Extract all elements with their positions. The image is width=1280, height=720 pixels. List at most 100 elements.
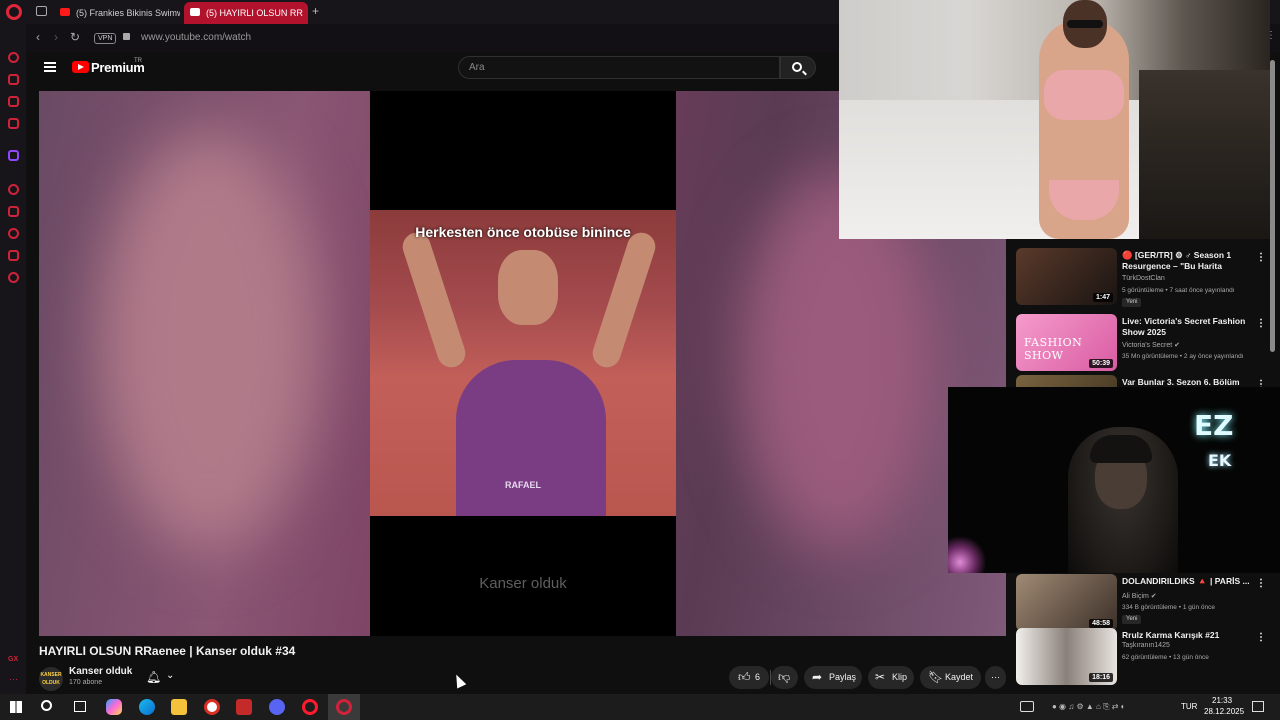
channel-avatar[interactable]: KANSER OLDUK: [39, 667, 63, 691]
search-icon: [792, 62, 802, 72]
sunglasses: [1067, 20, 1103, 28]
messenger-icon[interactable]: [8, 96, 19, 107]
recommendation-meta: 334 B görüntüleme • 1 gün önce: [1122, 604, 1215, 611]
recommendation-channel[interactable]: Taşkıranın1425: [1122, 642, 1170, 649]
aria-icon[interactable]: [8, 52, 19, 63]
new-badge: Yeni: [1122, 615, 1142, 624]
clip-caption: Herkesten önce otobüse binince: [415, 224, 631, 240]
country-code: TR: [134, 58, 142, 64]
mouse-cursor-icon: [451, 672, 467, 689]
recommendation-meta: 62 görüntüleme • 13 gün önce: [1122, 654, 1209, 661]
channel-name[interactable]: Kanser olduk: [69, 666, 132, 677]
recommendation-title[interactable]: Rrulz Karma Karışık #21: [1122, 630, 1250, 641]
recommendation-title[interactable]: 🔴 [GER/TR] ⚙ ♂ Season 1 Resurgence – "Bu…: [1122, 250, 1250, 273]
scissors-icon: ✂: [875, 670, 886, 684]
reload-icon[interactable]: ↻: [70, 30, 80, 44]
menu-icon[interactable]: [44, 62, 56, 72]
recommendation-item[interactable]: FASHION SHOW 50:39 Live: Victoria's Secr…: [1016, 314, 1270, 372]
player-icon[interactable]: [8, 184, 19, 195]
search-icon[interactable]: [41, 700, 52, 711]
recommendation-item[interactable]: 18:16 Rrulz Karma Karışık #21 Taşkıranın…: [1016, 628, 1270, 686]
language-indicator[interactable]: TUR: [1181, 702, 1197, 711]
lock-icon[interactable]: [123, 33, 130, 40]
new-tab-button[interactable]: +: [312, 4, 319, 18]
forward-arrow-icon[interactable]: ›: [54, 30, 58, 44]
recommendation-channel[interactable]: Ali Biçim ✔: [1122, 592, 1157, 600]
clip-shirt: [456, 360, 606, 516]
back-arrow-icon[interactable]: ‹: [36, 30, 40, 44]
video-duration: 1:47: [1092, 293, 1113, 302]
clock-time[interactable]: 21:33: [1212, 696, 1232, 705]
workspace-icon[interactable]: [8, 74, 19, 85]
gx-icon[interactable]: GX: [8, 656, 18, 663]
recommendation-thumbnail[interactable]: 18:16: [1016, 628, 1117, 685]
like-button[interactable]: 👍︎ 6: [729, 666, 769, 689]
save-button[interactable]: 🔖︎ Kaydet: [920, 666, 981, 689]
scrollbar-thumb[interactable]: [1270, 60, 1275, 352]
sidebar-more-icon[interactable]: ⋯: [9, 674, 18, 685]
recommendation-channel[interactable]: Victoria's Secret ✔: [1122, 341, 1180, 349]
recommendation-title[interactable]: DOLANDIRILDIKS 🔺 | PARİS ...: [1122, 576, 1250, 587]
video-duration: 18:16: [1089, 673, 1113, 682]
pip-video-runway[interactable]: [839, 0, 1270, 239]
task-view-icon[interactable]: [74, 701, 86, 712]
youtube-header: Premium TR Ara: [26, 52, 840, 86]
tray-icons[interactable]: ● ◉ ♫ ⚙ ▲ ⌂ ⎘ ⇄ ◐: [1052, 702, 1125, 712]
recommendation-item[interactable]: 1:47 🔴 [GER/TR] ⚙ ♂ Season 1 Resurgence …: [1016, 248, 1270, 307]
discord-icon[interactable]: [269, 699, 285, 715]
twitch-icon[interactable]: [8, 150, 19, 161]
windows-taskbar: ● ◉ ♫ ⚙ ▲ ⌂ ⎘ ⇄ ◐ TUR 21:33 28.12.2025: [0, 694, 1280, 720]
video-duration: 48:58: [1089, 619, 1113, 628]
dislike-button[interactable]: 👎︎: [771, 666, 798, 689]
instagram-icon[interactable]: [8, 118, 19, 129]
opera-logo-icon[interactable]: [6, 4, 22, 20]
windows-start-icon[interactable]: [10, 701, 22, 713]
recommendation-channel[interactable]: TürkDostClan: [1122, 275, 1165, 282]
tab-switcher-icon[interactable]: [36, 6, 47, 16]
webcam-overlay[interactable]: EZ EK: [948, 387, 1280, 573]
search-input[interactable]: Ara: [458, 56, 780, 79]
more-options-icon[interactable]: ⋮: [1256, 578, 1266, 589]
more-actions-button[interactable]: ⋯: [985, 666, 1006, 689]
bookmark-icon: 🔖︎: [928, 670, 944, 684]
widget-icon[interactable]: [1020, 701, 1034, 712]
url-field[interactable]: www.youtube.com/watch: [141, 32, 251, 43]
more-options-icon[interactable]: ⋮: [1256, 632, 1266, 643]
recommendation-thumbnail[interactable]: 48:58: [1016, 574, 1117, 631]
app-icon[interactable]: [236, 699, 252, 715]
extensions-icon[interactable]: [8, 250, 19, 261]
youtube-logo-icon[interactable]: [72, 61, 89, 73]
chevron-down-icon[interactable]: ⌄: [166, 670, 174, 681]
opera-gx-active-icon[interactable]: [328, 694, 360, 720]
more-icon: ⋯: [991, 672, 1000, 682]
recommendation-thumbnail[interactable]: 1:47: [1016, 248, 1117, 305]
cam-lights: [948, 537, 988, 573]
recommendation-thumbnail[interactable]: FASHION SHOW 50:39: [1016, 314, 1117, 371]
notifications-icon[interactable]: [1252, 701, 1264, 712]
more-options-icon[interactable]: ⋮: [1256, 318, 1266, 329]
tab-hayirli-olsun[interactable]: (5) HAYIRLI OLSUN RR: [184, 2, 308, 24]
search-button[interactable]: [780, 56, 816, 79]
share-button[interactable]: ➦ Paylaş: [804, 666, 862, 689]
recommendation-title[interactable]: Live: Victoria's Secret Fashion Show 202…: [1122, 316, 1250, 338]
bookmarks-icon[interactable]: [8, 206, 19, 217]
clip-head: [498, 250, 558, 325]
clip-arm: [399, 229, 469, 371]
share-icon: ➦: [812, 670, 823, 684]
file-explorer-icon[interactable]: [171, 699, 187, 715]
clip-button[interactable]: ✂ Klip: [868, 666, 914, 689]
notification-bell-icon[interactable]: 🔔︎: [146, 670, 161, 684]
tab-frankies-bikinis[interactable]: (5) Frankies Bikinis Swimw: [54, 2, 180, 24]
more-options-icon[interactable]: ⋮: [1256, 252, 1266, 263]
vpn-badge[interactable]: VPN: [94, 33, 117, 44]
copilot-icon[interactable]: [106, 699, 122, 715]
settings-icon[interactable]: [8, 272, 19, 283]
opera-icon[interactable]: [302, 699, 318, 715]
recommendation-item[interactable]: 48:58 DOLANDIRILDIKS 🔺 | PARİS ... Ali B…: [1016, 574, 1270, 632]
clock-date[interactable]: 28.12.2025: [1204, 707, 1244, 716]
youtube-favicon-icon: [190, 8, 200, 16]
history-icon[interactable]: [8, 228, 19, 239]
chrome-icon[interactable]: [204, 699, 220, 715]
video-clip: Herkesten önce otobüse binince RAFAEL: [370, 210, 676, 516]
edge-icon[interactable]: [139, 699, 155, 715]
